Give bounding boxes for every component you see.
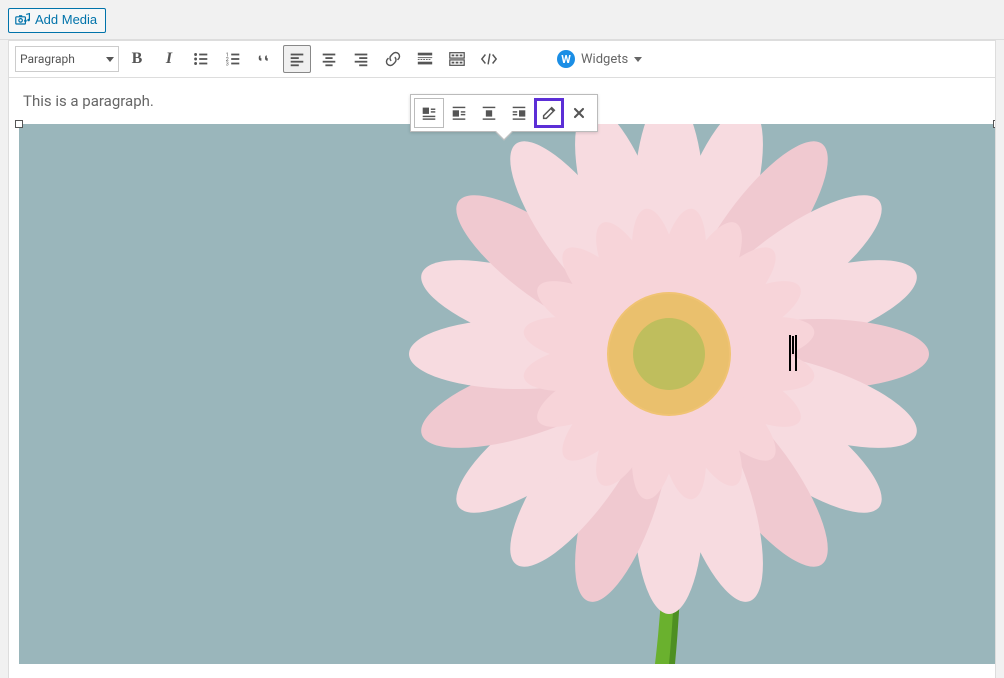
caret-down-icon — [634, 57, 642, 62]
resize-handle-top-left[interactable] — [15, 120, 23, 128]
media-bar: Add Media — [0, 0, 1004, 40]
widgets-label: Widgets — [581, 52, 628, 67]
bulleted-list-button[interactable] — [187, 45, 215, 73]
add-media-button[interactable]: Add Media — [8, 8, 106, 33]
image-align-center-button[interactable] — [474, 98, 504, 128]
image-remove-button[interactable] — [564, 98, 594, 128]
editor-toolbar: Paragraph B I 123 — [8, 40, 996, 78]
align-left-button[interactable] — [283, 45, 311, 73]
editor-content-area[interactable]: This is a paragraph. — [8, 78, 996, 678]
image-align-none-button[interactable] — [414, 98, 444, 128]
svg-text:3: 3 — [226, 61, 229, 67]
align-center-button[interactable] — [315, 45, 343, 73]
italic-button[interactable]: I — [155, 45, 183, 73]
blockquote-button[interactable] — [251, 45, 279, 73]
editor-screen: Add Media Paragraph B I 123 — [0, 0, 1004, 678]
add-media-label: Add Media — [35, 11, 97, 29]
insert-readmore-button[interactable] — [411, 45, 439, 73]
caret-down-icon — [106, 57, 114, 62]
text-cursor-icon — [792, 336, 794, 354]
selected-image[interactable] — [19, 124, 996, 664]
resize-handle-top-right[interactable] — [993, 120, 996, 128]
flower-image — [19, 124, 996, 664]
code-button[interactable] — [475, 45, 503, 73]
image-edit-button[interactable] — [534, 98, 564, 128]
image-toolbar — [410, 94, 598, 132]
image-align-left-button[interactable] — [444, 98, 474, 128]
format-dropdown-label: Paragraph — [20, 52, 75, 66]
align-right-button[interactable] — [347, 45, 375, 73]
widgets-dropdown[interactable]: W Widgets — [551, 50, 648, 68]
bold-button[interactable]: B — [123, 45, 151, 73]
camera-music-icon — [15, 12, 31, 28]
image-align-right-button[interactable] — [504, 98, 534, 128]
toolbar-toggle-button[interactable] — [443, 45, 471, 73]
widgets-icon: W — [557, 50, 575, 68]
numbered-list-button[interactable]: 123 — [219, 45, 247, 73]
format-dropdown[interactable]: Paragraph — [15, 46, 119, 72]
insert-link-button[interactable] — [379, 45, 407, 73]
